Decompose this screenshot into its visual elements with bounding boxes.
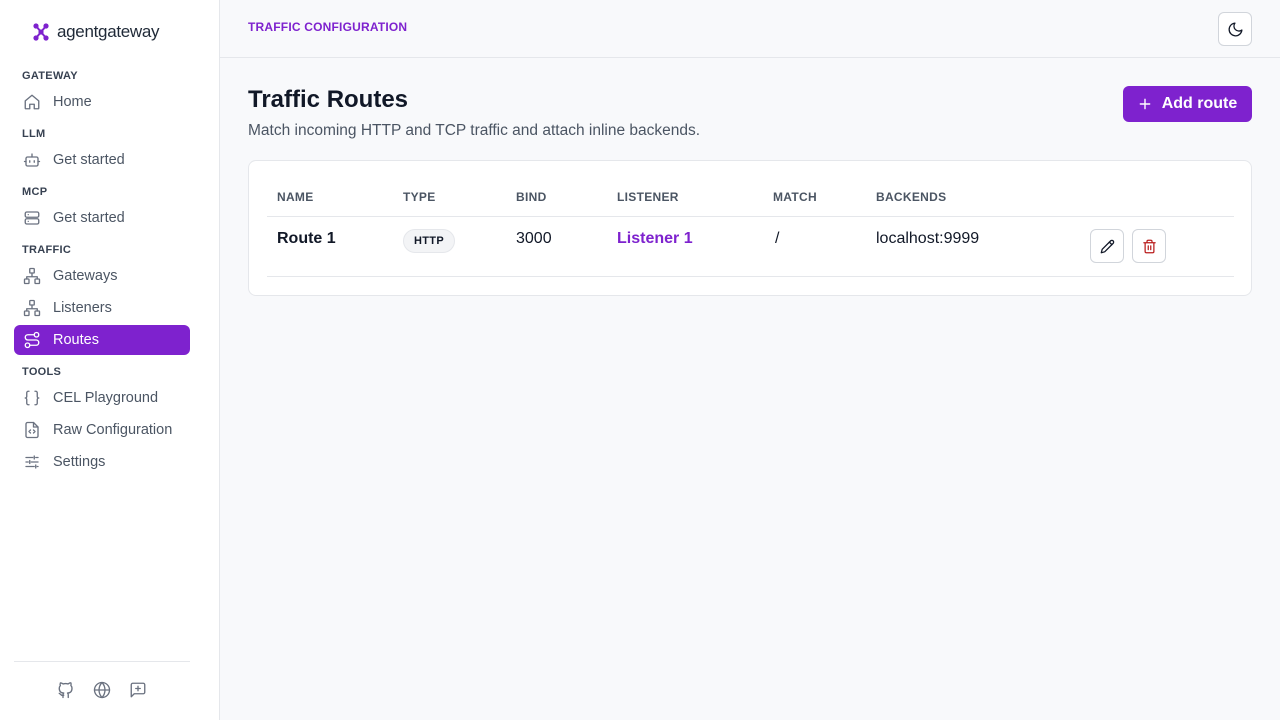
trash-icon <box>1142 239 1156 253</box>
message-plus-icon[interactable] <box>129 681 147 699</box>
section-mcp: MCP <box>22 186 48 198</box>
route-name: Route 1 <box>277 230 336 247</box>
github-icon[interactable] <box>57 681 75 699</box>
brand-name: agentgateway <box>57 22 160 41</box>
route-type-badge: HTTP <box>403 229 455 253</box>
server-icon <box>24 211 40 225</box>
section-tools: TOOLS <box>22 366 62 378</box>
moon-icon <box>1228 21 1243 36</box>
page-title: Traffic Routes <box>248 86 409 113</box>
add-route-button[interactable]: Add route <box>1123 86 1252 122</box>
column-header-name: NAME <box>277 190 314 204</box>
braces-icon <box>24 390 40 406</box>
pencil-icon <box>1100 239 1114 253</box>
top-header: TRAFFIC CONFIGURATION <box>220 0 1280 58</box>
column-header-listener: LISTENER <box>617 190 679 204</box>
sidebar-item-gateways[interactable]: Gateways <box>14 261 190 291</box>
sidebar-item-label: Home <box>53 94 92 110</box>
section-traffic: TRAFFIC <box>22 244 72 256</box>
sidebar-item-home[interactable]: Home <box>14 87 190 117</box>
route-bind: 3000 <box>516 230 552 247</box>
sidebar-item-label: Listeners <box>53 300 112 316</box>
network-icon <box>23 299 41 317</box>
header-divider <box>267 216 1234 217</box>
add-route-label: Add route <box>1161 95 1238 112</box>
brand-logo[interactable]: agentgateway <box>32 20 160 44</box>
sidebar-item-settings[interactable]: Settings <box>14 447 190 477</box>
plus-icon <box>1139 98 1151 110</box>
sidebar-item-raw-configuration[interactable]: Raw Configuration <box>14 415 190 445</box>
sidebar-item-label: Routes <box>53 332 99 348</box>
sliders-icon <box>25 455 39 469</box>
sidebar-item-label: Get started <box>53 152 125 168</box>
sidebar-item-label: Raw Configuration <box>53 422 173 438</box>
row-divider <box>267 276 1234 277</box>
section-llm: LLM <box>22 128 46 140</box>
breadcrumb: TRAFFIC CONFIGURATION <box>248 20 408 34</box>
route-match: / <box>775 230 780 247</box>
route-listener-link[interactable]: Listener 1 <box>617 230 693 248</box>
edit-route-button[interactable] <box>1090 229 1124 263</box>
column-header-bind: BIND <box>516 190 547 204</box>
route-backends: localhost:9999 <box>876 230 980 247</box>
page-subtitle: Match incoming HTTP and TCP traffic and … <box>248 122 701 139</box>
sidebar-item-label: Get started <box>53 210 125 226</box>
sidebar-item-llm-get-started[interactable]: Get started <box>14 145 190 175</box>
delete-route-button[interactable] <box>1132 229 1166 263</box>
sidebar-item-label: Gateways <box>53 268 118 284</box>
sidebar-item-label: CEL Playground <box>53 390 159 406</box>
agentgateway-logo-icon <box>33 23 49 41</box>
sidebar: agentgateway GATEWAY Home LLM Get starte… <box>0 0 220 720</box>
column-header-type: TYPE <box>403 190 436 204</box>
route-icon <box>24 331 40 349</box>
theme-toggle-button[interactable] <box>1218 12 1252 46</box>
sidebar-item-cel-playground[interactable]: CEL Playground <box>14 383 190 413</box>
section-gateway: GATEWAY <box>22 70 78 82</box>
bot-icon <box>23 153 41 167</box>
sidebar-divider <box>14 661 190 662</box>
sidebar-item-routes[interactable]: Routes <box>14 325 190 355</box>
routes-table-card: NAME TYPE BIND LISTENER MATCH BACKENDS R… <box>248 160 1252 296</box>
globe-icon[interactable] <box>93 681 111 699</box>
sidebar-item-mcp-get-started[interactable]: Get started <box>14 203 190 233</box>
column-header-match: MATCH <box>773 190 817 204</box>
column-header-backends: BACKENDS <box>876 190 947 204</box>
sidebar-item-listeners[interactable]: Listeners <box>14 293 190 323</box>
home-icon <box>24 94 40 110</box>
sidebar-item-label: Settings <box>53 454 106 470</box>
file-code-icon <box>25 421 39 439</box>
network-icon <box>23 267 41 285</box>
